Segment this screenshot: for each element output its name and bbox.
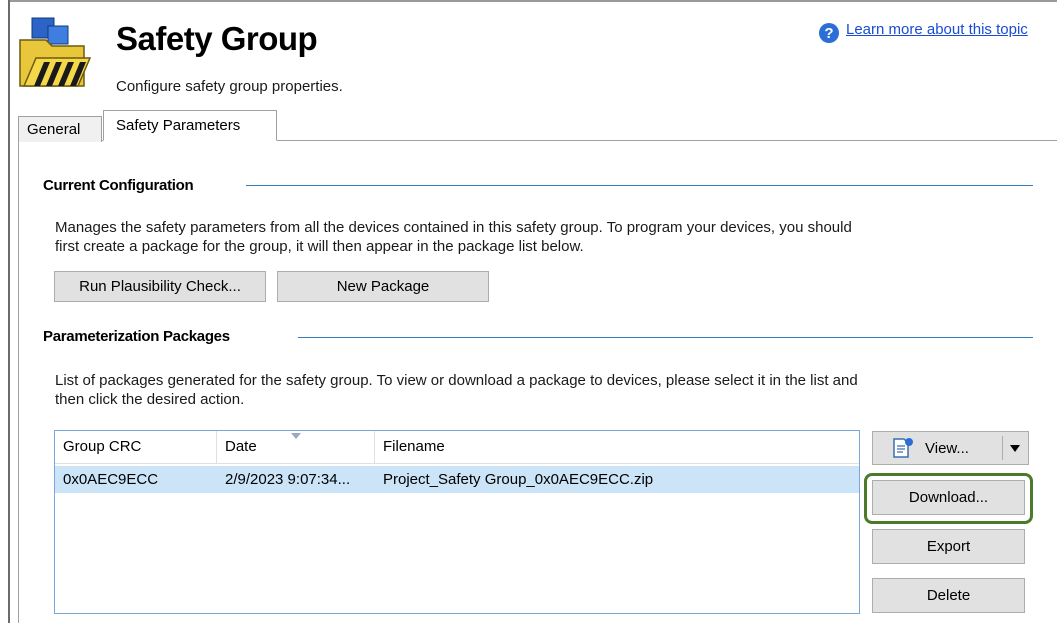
chevron-down-icon[interactable] xyxy=(1010,445,1020,452)
current-configuration-description-line1: Manages the safety parameters from all t… xyxy=(55,219,852,236)
cell-group-crc: 0x0AEC9ECC xyxy=(63,471,159,488)
list-header: Group CRC Date Filename xyxy=(55,431,859,464)
help-icon[interactable]: ? xyxy=(818,22,840,44)
section-title-current-configuration: Current Configuration xyxy=(43,177,194,194)
view-button[interactable]: View... xyxy=(872,431,1029,465)
column-header-date[interactable]: Date xyxy=(217,431,375,463)
page-title: Safety Group xyxy=(116,20,318,57)
window-frame-left xyxy=(8,0,10,623)
help-link[interactable]: Learn more about this topic xyxy=(846,21,1028,38)
download-button-highlight xyxy=(864,473,1033,524)
packages-description-line1: List of packages generated for the safet… xyxy=(55,372,858,389)
column-header-date-label: Date xyxy=(225,438,257,455)
section-rule xyxy=(246,185,1033,186)
section-rule xyxy=(298,337,1033,338)
export-button[interactable]: Export xyxy=(872,529,1025,564)
cell-filename: Project_Safety Group_0x0AEC9ECC.zip xyxy=(383,471,654,488)
packages-description-line2: then click the desired action. xyxy=(55,391,245,408)
page-subtitle: Configure safety group properties. xyxy=(116,78,343,95)
tab-safety-parameters[interactable]: Safety Parameters xyxy=(103,110,277,141)
window-frame-top xyxy=(10,0,1057,2)
cell-date: 2/9/2023 9:07:34... xyxy=(225,471,351,488)
tab-general[interactable]: General xyxy=(18,116,102,142)
view-document-icon xyxy=(893,438,913,458)
view-dropdown-divider xyxy=(1002,436,1003,460)
folder-hazard-icon xyxy=(18,14,98,94)
content-border xyxy=(18,141,19,623)
sort-arrow-icon xyxy=(291,433,301,439)
delete-button[interactable]: Delete xyxy=(872,578,1025,613)
section-title-parameterization-packages: Parameterization Packages xyxy=(43,328,230,345)
column-header-filename[interactable]: Filename xyxy=(375,431,859,463)
run-plausibility-check-button[interactable]: Run Plausibility Check... xyxy=(54,271,266,302)
view-button-label: View... xyxy=(925,439,969,457)
current-configuration-description-line2: first create a package for the group, it… xyxy=(55,238,584,255)
table-row[interactable]: 0x0AEC9ECC 2/9/2023 9:07:34... Project_S… xyxy=(55,466,859,493)
new-package-button[interactable]: New Package xyxy=(277,271,489,302)
svg-text:?: ? xyxy=(824,25,833,42)
column-header-group-crc[interactable]: Group CRC xyxy=(55,431,217,463)
